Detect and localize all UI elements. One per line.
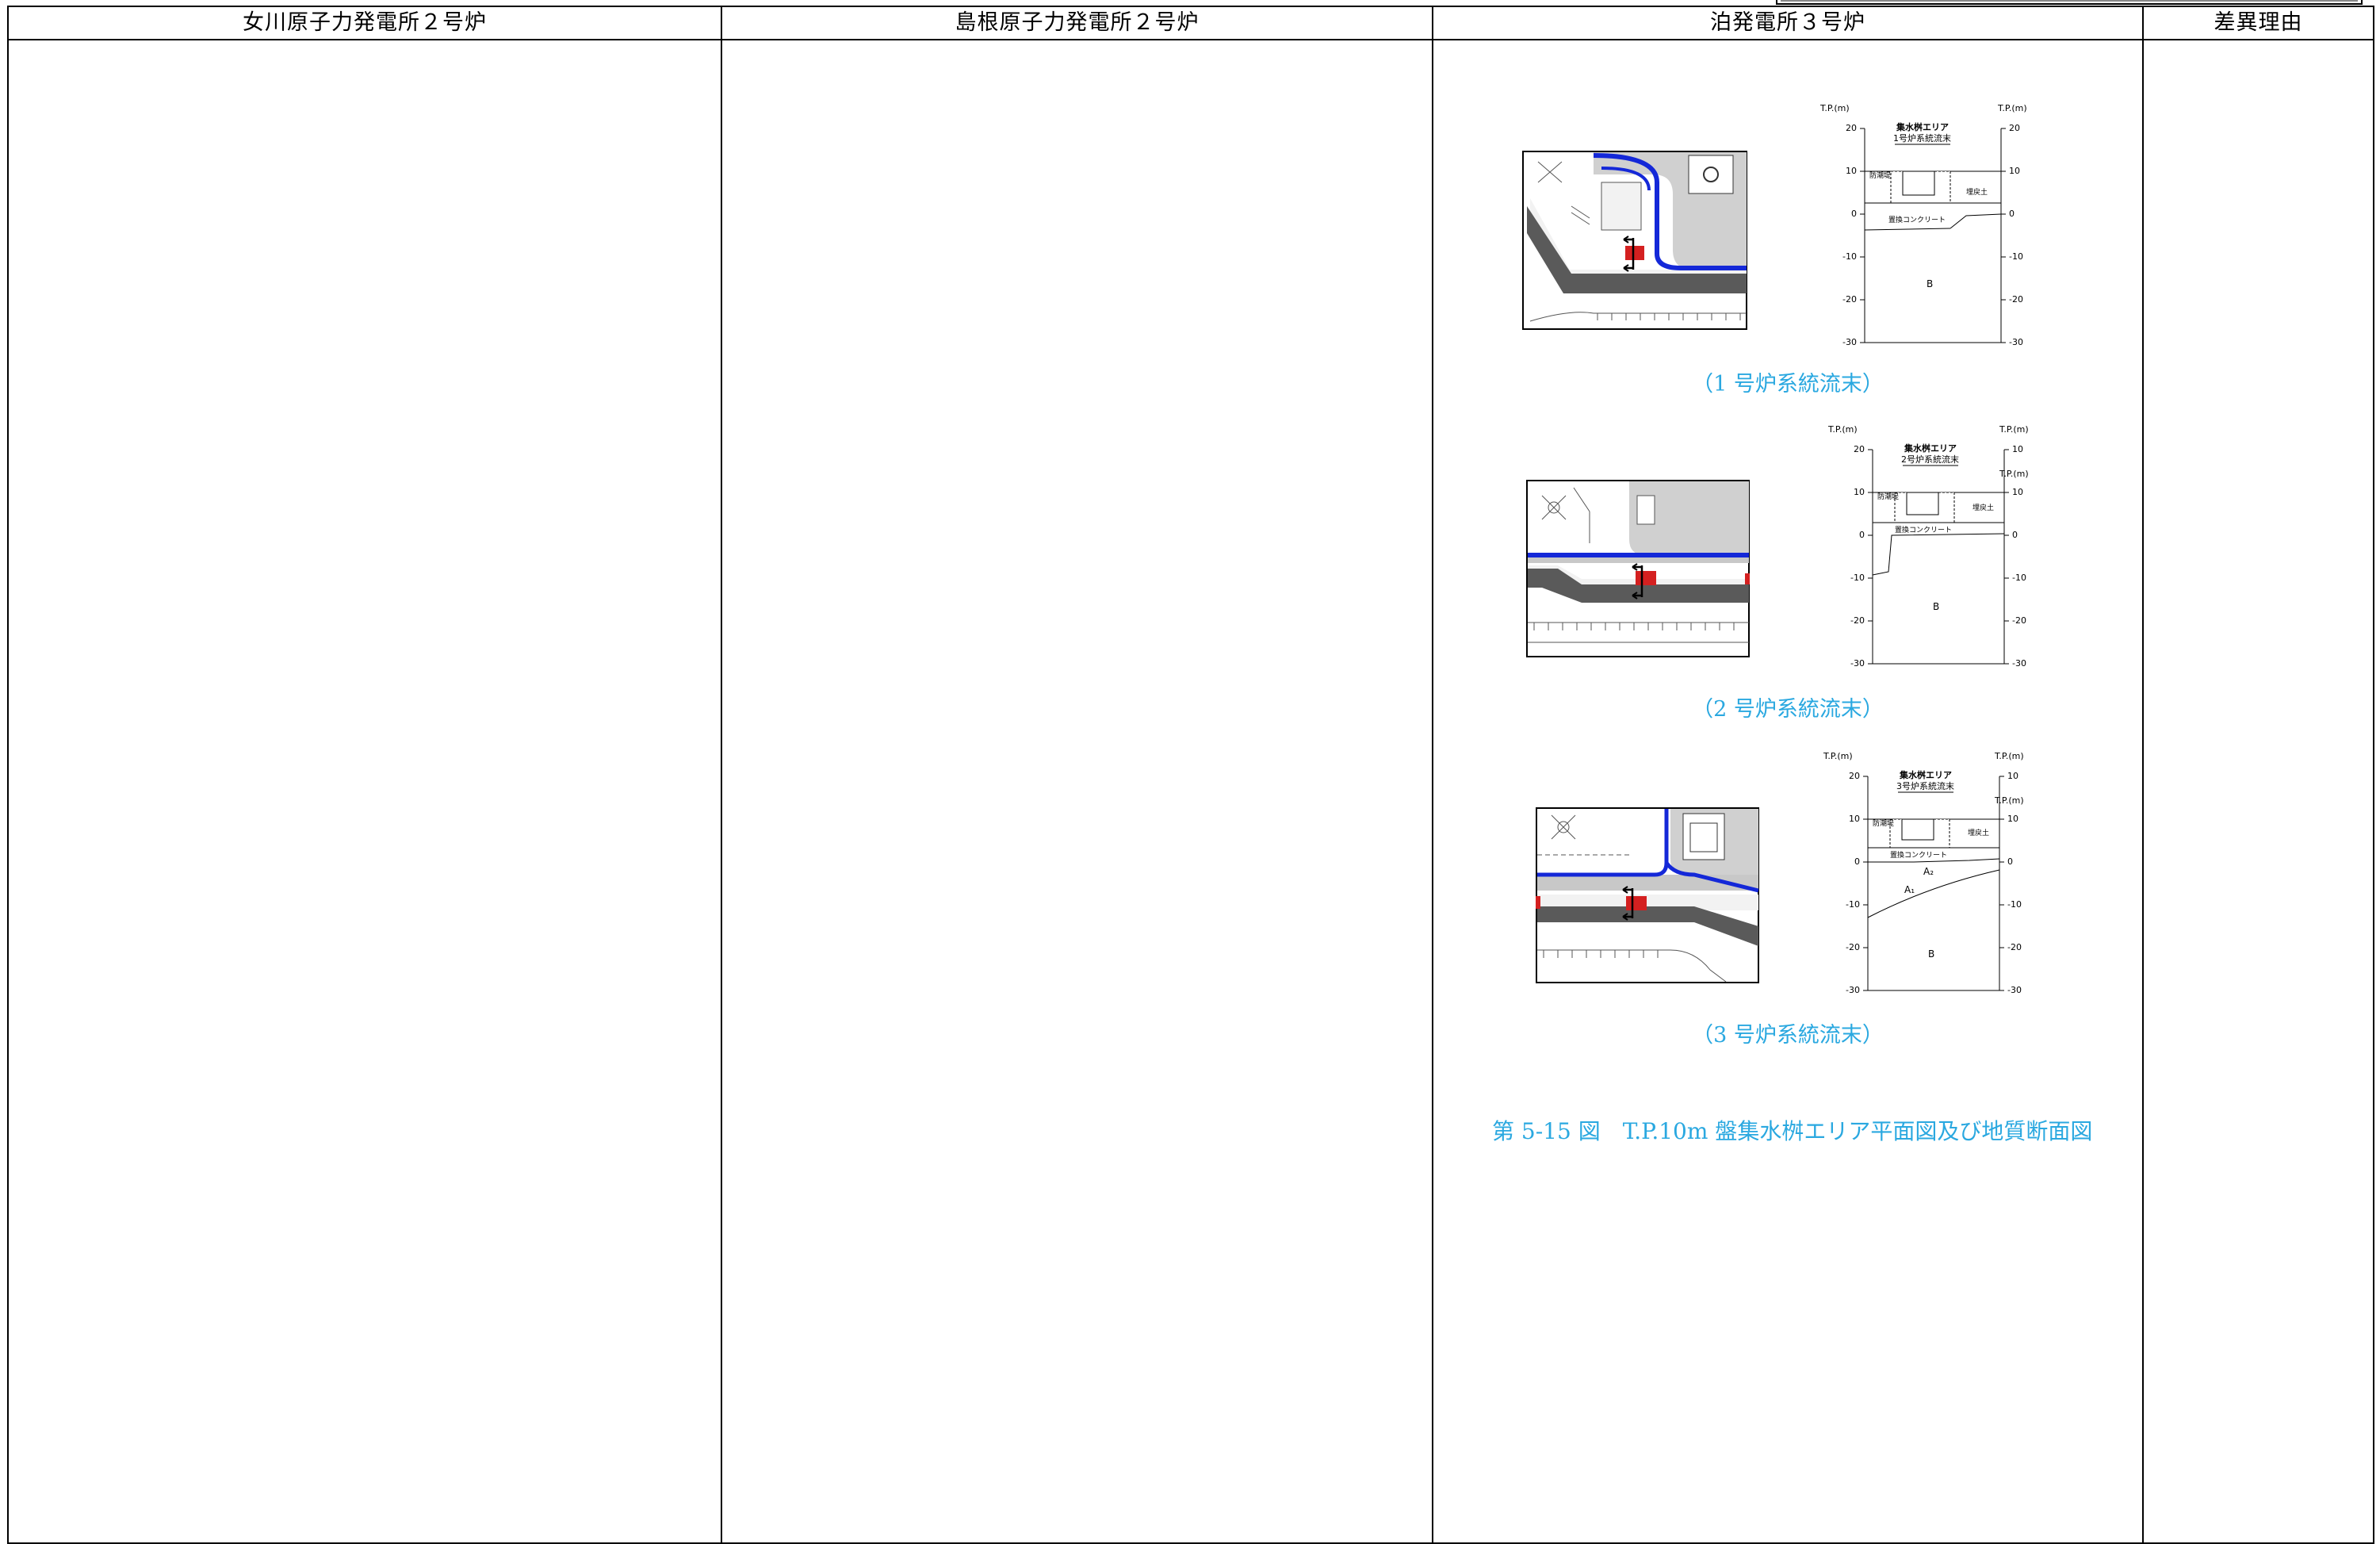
svg-text:20: 20	[1849, 771, 1860, 781]
svg-text:-20: -20	[2012, 615, 2026, 626]
svg-text:-20: -20	[1850, 615, 1865, 626]
column-divider	[2142, 6, 2144, 1544]
svg-text:-30: -30	[1850, 658, 1865, 669]
geologic-section-unit2: T.P.(m) T.P.(m) T.P.(m) 20 10 0 -10 -20 …	[1816, 416, 2053, 673]
svg-text:防潮堤: 防潮堤	[1873, 818, 1894, 828]
axis-label-right: T.P.(m)	[1997, 103, 2027, 113]
plan-map-unit3	[1536, 807, 1759, 987]
svg-text:-10: -10	[1842, 251, 1857, 262]
svg-text:0: 0	[2009, 209, 2015, 219]
axis-label-left: T.P.(m)	[1819, 103, 1850, 113]
svg-text:-10: -10	[2009, 251, 2023, 262]
svg-text:集水桝エリア: 集水桝エリア	[1896, 121, 1949, 132]
svg-text:埋戻土: 埋戻土	[1968, 828, 1989, 837]
column-header-reason: 差異理由	[2214, 10, 2303, 35]
svg-text:T.P.(m): T.P.(m)	[1823, 751, 1853, 761]
svg-text:T.P.(m): T.P.(m)	[1827, 424, 1858, 435]
column-header-tomari: 泊発電所３号炉	[1710, 10, 1865, 35]
svg-text:T.P.(m): T.P.(m)	[1994, 751, 2024, 761]
svg-text:10: 10	[2012, 444, 2023, 454]
svg-text:10: 10	[1846, 166, 1857, 176]
svg-text:-10: -10	[2012, 573, 2026, 583]
svg-text:2号炉系統流末: 2号炉系統流末	[1901, 454, 1959, 465]
svg-text:-20: -20	[2007, 942, 2022, 952]
svg-text:A₂: A₂	[1923, 866, 1934, 877]
svg-text:集水桝エリア: 集水桝エリア	[1899, 769, 1952, 780]
svg-text:10: 10	[2012, 487, 2023, 497]
svg-text:B: B	[1928, 948, 1934, 960]
figure-title: 第 5-15 図 T.P.10m 盤集水桝エリア平面図及び地質断面図	[1492, 1118, 2093, 1144]
svg-text:-30: -30	[2009, 337, 2023, 347]
svg-text:-20: -20	[1842, 294, 1857, 305]
svg-text:埋戻土: 埋戻土	[1972, 503, 1994, 512]
svg-text:10: 10	[2007, 814, 2018, 824]
svg-text:20: 20	[1854, 444, 1865, 454]
column-header-onagawa: 女川原子力発電所２号炉	[243, 10, 487, 35]
svg-text:3号炉系統流末: 3号炉系統流末	[1896, 780, 1954, 791]
plan-map-unit1	[1522, 151, 1747, 333]
svg-text:0: 0	[1859, 530, 1865, 540]
svg-text:B: B	[1933, 601, 1939, 612]
header-stamp-box	[1776, 0, 2363, 5]
column-divider	[1432, 6, 1433, 1544]
svg-text:-30: -30	[1842, 337, 1857, 347]
svg-text:-20: -20	[2009, 294, 2023, 305]
svg-text:防潮堤: 防潮堤	[1869, 170, 1891, 180]
svg-text:20: 20	[1846, 123, 1857, 133]
svg-text:-30: -30	[1846, 985, 1860, 995]
svg-text:0: 0	[2007, 856, 2013, 867]
svg-text:10: 10	[1849, 814, 1860, 824]
column-header-shimane: 島根原子力発電所２号炉	[955, 10, 1200, 35]
header-divider	[7, 39, 2374, 40]
svg-text:A₁: A₁	[1904, 884, 1915, 895]
svg-text:20: 20	[2009, 123, 2020, 133]
figure-caption-unit1: （1 号炉系統流末）	[1692, 372, 1884, 397]
figure-caption-unit3: （3 号炉系統流末）	[1692, 1023, 1884, 1048]
svg-text:置換コンクリート: 置換コンクリート	[1888, 215, 1946, 224]
svg-text:置換コンクリート: 置換コンクリート	[1895, 525, 1952, 534]
svg-text:10: 10	[2009, 166, 2020, 176]
svg-text:-30: -30	[2012, 658, 2026, 669]
svg-text:-10: -10	[2007, 899, 2022, 910]
svg-text:1号炉系統流末: 1号炉系統流末	[1893, 132, 1951, 144]
geologic-section-unit1: T.P.(m) T.P.(m) 20 10 0 -10 -20 -30 20 1…	[1808, 95, 2045, 352]
svg-text:0: 0	[1854, 856, 1860, 867]
geologic-section-unit3: T.P.(m) T.P.(m) T.P.(m) 20 10 0 -10 -20 …	[1811, 743, 2049, 1000]
figure-caption-unit2: （2 号炉系統流末）	[1692, 697, 1884, 722]
svg-text:T.P.(m): T.P.(m)	[1999, 469, 2029, 479]
svg-text:T.P.(m): T.P.(m)	[1994, 795, 2024, 806]
svg-text:-10: -10	[1846, 899, 1860, 910]
svg-text:埋戻土: 埋戻土	[1966, 187, 1988, 197]
svg-text:0: 0	[1851, 209, 1857, 219]
svg-text:0: 0	[2012, 530, 2018, 540]
svg-text:10: 10	[1854, 487, 1865, 497]
plan-map-unit2	[1526, 480, 1750, 661]
svg-text:防潮堤: 防潮堤	[1877, 492, 1899, 501]
column-divider	[721, 6, 722, 1544]
svg-text:B: B	[1927, 278, 1933, 289]
svg-text:-30: -30	[2007, 985, 2022, 995]
svg-text:10: 10	[2007, 771, 2018, 781]
svg-text:T.P.(m): T.P.(m)	[1999, 424, 2029, 435]
svg-text:-10: -10	[1850, 573, 1865, 583]
svg-text:-20: -20	[1846, 942, 1860, 952]
svg-text:集水桝エリア: 集水桝エリア	[1904, 443, 1957, 454]
svg-text:置換コンクリート: 置換コンクリート	[1890, 850, 1947, 860]
